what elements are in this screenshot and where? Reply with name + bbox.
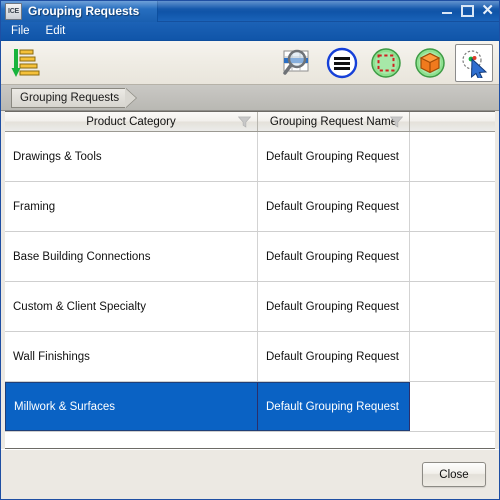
menu-bar: File Edit <box>1 22 499 41</box>
column-header-spacer <box>410 112 495 131</box>
find-in-table-button[interactable] <box>279 44 317 82</box>
select-region-button[interactable] <box>367 44 405 82</box>
maximize-icon[interactable] <box>461 5 475 17</box>
column-header-product-category[interactable]: Product Category <box>5 112 258 131</box>
menu-item-edit[interactable]: Edit <box>42 24 74 39</box>
cell-spacer <box>410 182 495 231</box>
table-row-selected[interactable]: Millwork & Surfaces Default Grouping Req… <box>5 382 495 432</box>
toolbar <box>1 41 499 85</box>
grouping-requests-table: Product Category Grouping Request Name D… <box>5 111 495 449</box>
breadcrumb-label: Grouping Requests <box>20 91 120 104</box>
breadcrumb-chevron-icon <box>125 87 137 108</box>
sort-descending-icon <box>11 48 40 77</box>
cell-product-category: Framing <box>5 182 258 231</box>
cell-grouping-request-name: Default Grouping Request <box>258 332 410 381</box>
pointer-select-button[interactable] <box>455 44 493 82</box>
app-icon: ICE <box>5 2 22 20</box>
cell-spacer <box>410 232 495 281</box>
table-row[interactable]: Drawings & Tools Default Grouping Reques… <box>5 132 495 182</box>
cell-product-category: Millwork & Surfaces <box>5 382 258 431</box>
table-row[interactable]: Wall Finishings Default Grouping Request <box>5 332 495 382</box>
minimize-icon[interactable] <box>441 4 454 17</box>
pointer-select-icon <box>462 50 488 78</box>
cell-grouping-request-name: Default Grouping Request <box>258 232 410 281</box>
cell-spacer <box>410 282 495 331</box>
close-button[interactable]: Close <box>422 462 486 487</box>
table-row[interactable]: Custom & Client Specialty Default Groupi… <box>5 282 495 332</box>
list-menu-button[interactable] <box>323 44 361 82</box>
filter-funnel-icon[interactable] <box>238 116 251 128</box>
table-body: Drawings & Tools Default Grouping Reques… <box>5 132 495 432</box>
cell-grouping-request-name: Default Grouping Request <box>258 132 410 181</box>
cell-spacer <box>410 382 495 431</box>
find-in-table-icon <box>283 49 309 75</box>
cell-product-category: Wall Finishings <box>5 332 258 381</box>
window-controls: ✕ <box>441 3 494 18</box>
menu-item-file[interactable]: File <box>7 24 38 39</box>
select-region-icon <box>371 48 401 78</box>
filter-funnel-icon[interactable] <box>390 116 403 128</box>
cell-grouping-request-name: Default Grouping Request <box>258 382 410 431</box>
table-row[interactable]: Base Building Connections Default Groupi… <box>5 232 495 282</box>
model-object-icon <box>415 48 445 78</box>
cell-spacer <box>410 132 495 181</box>
model-object-button[interactable] <box>411 44 449 82</box>
window-title: Grouping Requests <box>28 4 140 18</box>
column-header-grouping-request-name[interactable]: Grouping Request Name <box>258 112 410 131</box>
toolbar-right-group <box>279 41 493 85</box>
cell-grouping-request-name: Default Grouping Request <box>258 282 410 331</box>
breadcrumb-bar: Grouping Requests <box>1 85 499 111</box>
toolbar-left-group <box>7 44 45 82</box>
column-header-label: Product Category <box>86 115 176 128</box>
breadcrumb-item-grouping-requests[interactable]: Grouping Requests <box>11 87 126 108</box>
grouping-requests-window: ICE Grouping Requests ✕ File Edit Groupi… <box>0 0 500 500</box>
cell-product-category: Drawings & Tools <box>5 132 258 181</box>
cell-grouping-request-name: Default Grouping Request <box>258 182 410 231</box>
list-menu-icon <box>326 47 358 79</box>
title-bar[interactable]: ICE Grouping Requests ✕ <box>1 1 499 22</box>
table-header-row: Product Category Grouping Request Name <box>5 112 495 132</box>
dialog-footer: Close <box>1 449 499 499</box>
cell-spacer <box>410 332 495 381</box>
table-row[interactable]: Framing Default Grouping Request <box>5 182 495 232</box>
sort-descending-button[interactable] <box>7 44 45 82</box>
cell-product-category: Base Building Connections <box>5 232 258 281</box>
cell-product-category: Custom & Client Specialty <box>5 282 258 331</box>
column-header-label: Grouping Request Name <box>269 115 398 128</box>
close-icon[interactable]: ✕ <box>481 3 494 18</box>
